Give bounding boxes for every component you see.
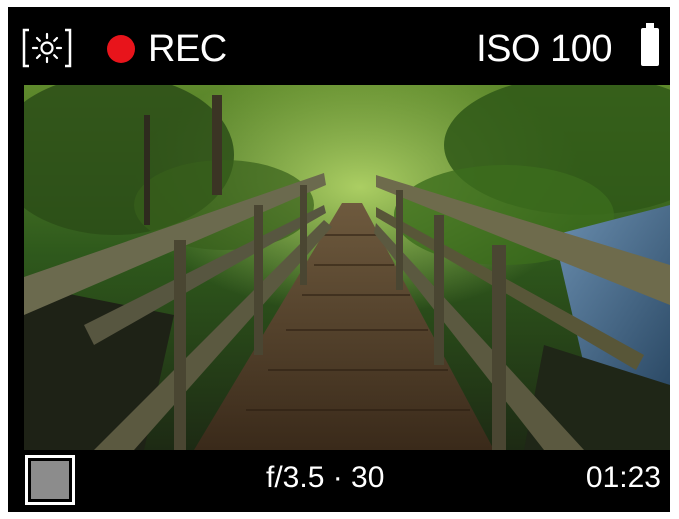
white-balance-icon[interactable] [21, 28, 73, 68]
viewfinder-image [24, 85, 670, 450]
bridge-forest-scene [24, 85, 670, 450]
exposure-readout: f/3.5 · 30 [266, 461, 385, 494]
record-label: REC [148, 28, 227, 70]
stop-square-icon [31, 461, 69, 499]
status-bar: REC ISO 100 [8, 7, 670, 85]
camera-screen: REC ISO 100 f/3.5 · 30 01:23 [8, 7, 670, 512]
control-bar: f/3.5 · 30 01:23 [8, 450, 670, 512]
recording-timer: 01:23 [585, 461, 661, 494]
record-indicator-icon [107, 35, 135, 63]
battery-icon [640, 23, 660, 67]
stop-button[interactable] [25, 455, 75, 505]
iso-setting[interactable]: ISO 100 [476, 27, 612, 71]
